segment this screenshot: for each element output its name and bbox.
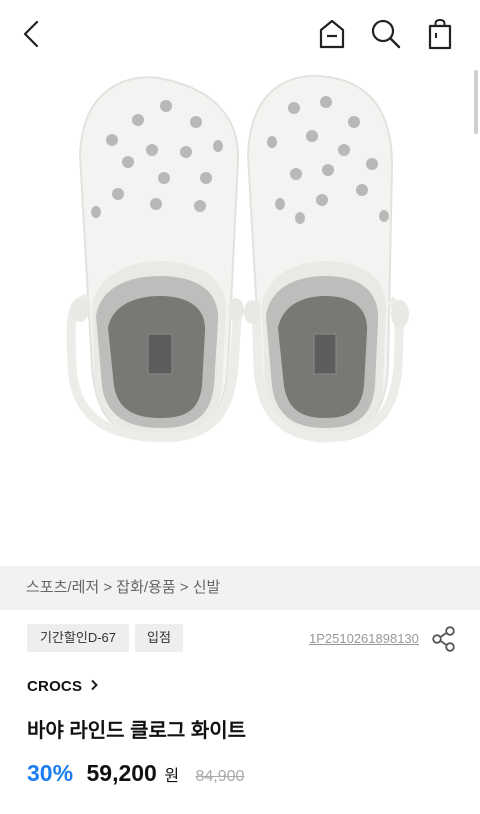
store-tag: 입점 — [135, 624, 183, 652]
search-button[interactable] — [366, 14, 406, 54]
share-icon — [432, 626, 455, 652]
product-image[interactable] — [0, 66, 480, 566]
discount-rate: 30% — [27, 760, 74, 786]
top-bar — [0, 0, 480, 66]
brand-link[interactable]: CROCS — [27, 678, 99, 695]
share-button[interactable] — [431, 625, 457, 653]
breadcrumb[interactable]: 스포츠/레저 > 잡화/용품 > 신발 — [0, 566, 480, 610]
period-discount-tag: 기간할인D-67 — [27, 624, 129, 652]
scrollbar[interactable] — [474, 70, 478, 134]
home-button[interactable] — [312, 14, 352, 54]
chevron-left-icon — [23, 20, 39, 48]
sale-price: 59,200 — [86, 760, 157, 786]
price-row: 30% 59,200 원 84,900 — [27, 760, 244, 792]
search-icon — [371, 19, 401, 49]
back-button[interactable] — [12, 14, 52, 54]
cart-button[interactable] — [420, 14, 460, 54]
clog-shoes-image — [66, 74, 409, 443]
product-code-link[interactable]: 1P2510261898130 — [309, 631, 419, 646]
home-icon — [319, 19, 345, 49]
original-price: 84,900 — [195, 768, 245, 785]
brand-name: CROCS — [27, 678, 83, 695]
shopping-bag-icon — [428, 18, 452, 50]
product-title: 바야 라인드 클로그 화이트 — [27, 720, 247, 742]
currency-unit: 원 — [164, 768, 180, 785]
chevron-right-icon — [90, 679, 98, 691]
